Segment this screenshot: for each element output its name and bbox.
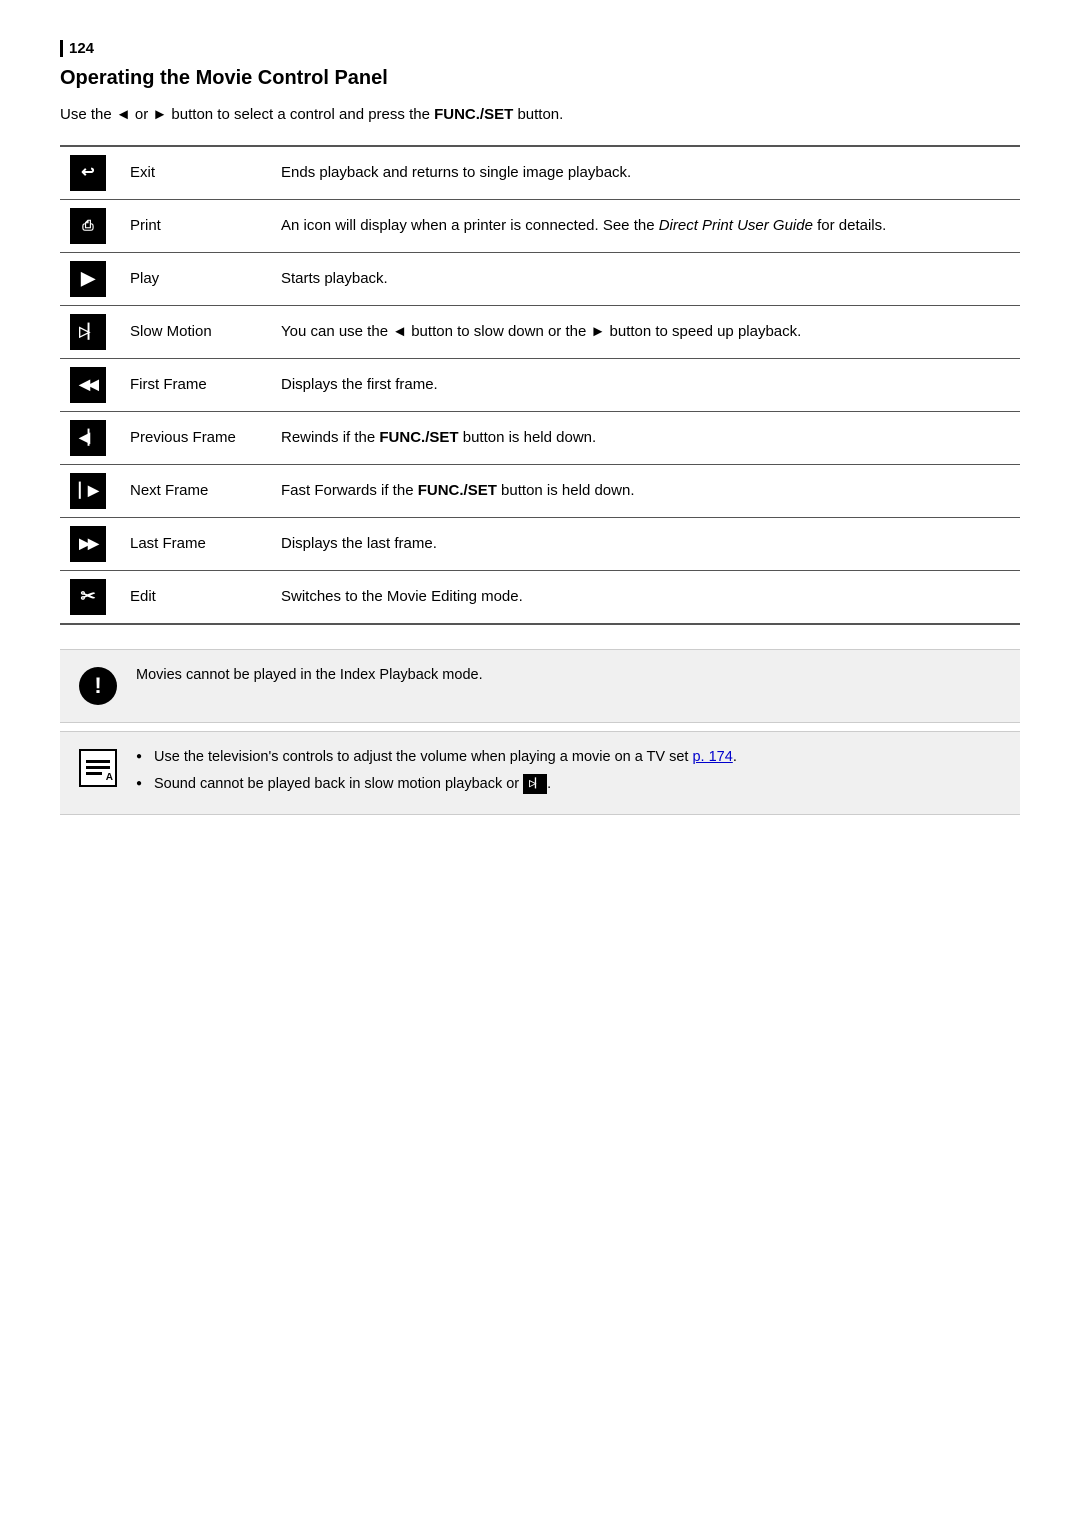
arrow-left-intro: ◄ bbox=[116, 106, 135, 123]
intro-text-before: Use the bbox=[60, 106, 112, 123]
note-link[interactable]: p. 174 bbox=[692, 749, 732, 765]
warning-icon: ! bbox=[79, 667, 117, 705]
note-line-1 bbox=[86, 760, 110, 763]
slow-motion-icon: ▷▏ bbox=[70, 314, 106, 350]
slow-motion-icon-cell: ▷▏ bbox=[60, 305, 116, 358]
first-frame-icon-cell: ◀◀ bbox=[60, 358, 116, 411]
note-icon-letter: A bbox=[106, 772, 113, 783]
prev-frame-icon: ◀▏ bbox=[70, 420, 106, 456]
warning-notice: ! Movies cannot be played in the Index P… bbox=[60, 649, 1020, 723]
exit-icon-cell: ↩ bbox=[60, 146, 116, 200]
intro-text: Use the ◄ or ► button to select a contro… bbox=[60, 104, 1020, 127]
play-name: Play bbox=[116, 252, 271, 305]
prev-frame-desc: Rewinds if the FUNC./SET button is held … bbox=[271, 411, 1020, 464]
first-frame-name: First Frame bbox=[116, 358, 271, 411]
slow-motion-inline-icon: ▷▏ bbox=[523, 774, 547, 794]
slow-motion-desc: You can use the ◄ button to slow down or… bbox=[271, 305, 1020, 358]
note-icon: A bbox=[79, 749, 117, 787]
note-icon-wrap: A bbox=[76, 746, 120, 790]
edit-name: Edit bbox=[116, 570, 271, 624]
edit-desc: Switches to the Movie Editing mode. bbox=[271, 570, 1020, 624]
intro-text-after: button to select a control and press the bbox=[171, 106, 430, 123]
exit-name: Exit bbox=[116, 146, 271, 200]
slow-motion-name: Slow Motion bbox=[116, 305, 271, 358]
warning-text: Movies cannot be played in the Index Pla… bbox=[136, 664, 483, 686]
print-icon-cell: ⎙ bbox=[60, 199, 116, 252]
note-item-1-before: Use the television's controls to adjust … bbox=[154, 749, 692, 765]
func-set-label: FUNC./SET bbox=[434, 106, 513, 123]
next-frame-name: Next Frame bbox=[116, 464, 271, 517]
play-icon-cell: ▶ bbox=[60, 252, 116, 305]
arrow-right-intro: ► bbox=[152, 106, 171, 123]
table-row: ▷▏ Slow Motion You can use the ◄ button … bbox=[60, 305, 1020, 358]
next-frame-desc: Fast Forwards if the FUNC./SET button is… bbox=[271, 464, 1020, 517]
warning-message: Movies cannot be played in the Index Pla… bbox=[136, 667, 483, 683]
table-row: ▶ Play Starts playback. bbox=[60, 252, 1020, 305]
note-line-3 bbox=[86, 772, 102, 775]
last-frame-name: Last Frame bbox=[116, 517, 271, 570]
exit-icon: ↩ bbox=[70, 155, 106, 191]
note-list: Use the television's controls to adjust … bbox=[136, 746, 737, 796]
last-frame-icon-cell: ▶▶ bbox=[60, 517, 116, 570]
intro-connector: or bbox=[135, 106, 148, 123]
warning-icon-wrap: ! bbox=[76, 664, 120, 708]
table-row: ↩ Exit Ends playback and returns to sing… bbox=[60, 146, 1020, 200]
exit-desc: Ends playback and returns to single imag… bbox=[271, 146, 1020, 200]
play-desc: Starts playback. bbox=[271, 252, 1020, 305]
table-row: ▶▶ Last Frame Displays the last frame. bbox=[60, 517, 1020, 570]
note-item-2: Sound cannot be played back in slow moti… bbox=[154, 776, 551, 792]
prev-frame-icon-cell: ◀▏ bbox=[60, 411, 116, 464]
control-table: ↩ Exit Ends playback and returns to sing… bbox=[60, 145, 1020, 625]
next-frame-icon: ▏▶ bbox=[70, 473, 106, 509]
notices-container: ! Movies cannot be played in the Index P… bbox=[60, 649, 1020, 816]
note-line-2 bbox=[86, 766, 110, 769]
note-item-1-after: . bbox=[733, 749, 737, 765]
next-frame-icon-cell: ▏▶ bbox=[60, 464, 116, 517]
last-frame-icon: ▶▶ bbox=[70, 526, 106, 562]
table-row: ◀◀ First Frame Displays the first frame. bbox=[60, 358, 1020, 411]
note-text: Use the television's controls to adjust … bbox=[136, 746, 737, 801]
list-item: Sound cannot be played back in slow moti… bbox=[136, 773, 737, 795]
intro-text-end: button. bbox=[517, 106, 563, 123]
table-row: ✂ Edit Switches to the Movie Editing mod… bbox=[60, 570, 1020, 624]
table-row: ⎙ Print An icon will display when a prin… bbox=[60, 199, 1020, 252]
page-number: 124 bbox=[60, 40, 94, 57]
edit-icon: ✂ bbox=[70, 579, 106, 615]
last-frame-desc: Displays the last frame. bbox=[271, 517, 1020, 570]
note-notice: A Use the television's controls to adjus… bbox=[60, 731, 1020, 816]
table-row: ◀▏ Previous Frame Rewinds if the FUNC./S… bbox=[60, 411, 1020, 464]
edit-icon-cell: ✂ bbox=[60, 570, 116, 624]
prev-frame-name: Previous Frame bbox=[116, 411, 271, 464]
print-name: Print bbox=[116, 199, 271, 252]
print-icon: ⎙ bbox=[70, 208, 106, 244]
table-row: ▏▶ Next Frame Fast Forwards if the FUNC.… bbox=[60, 464, 1020, 517]
play-icon: ▶ bbox=[70, 261, 106, 297]
section-title: Operating the Movie Control Panel bbox=[60, 67, 1020, 90]
print-desc: An icon will display when a printer is c… bbox=[271, 199, 1020, 252]
first-frame-desc: Displays the first frame. bbox=[271, 358, 1020, 411]
first-frame-icon: ◀◀ bbox=[70, 367, 106, 403]
list-item: Use the television's controls to adjust … bbox=[136, 746, 737, 768]
